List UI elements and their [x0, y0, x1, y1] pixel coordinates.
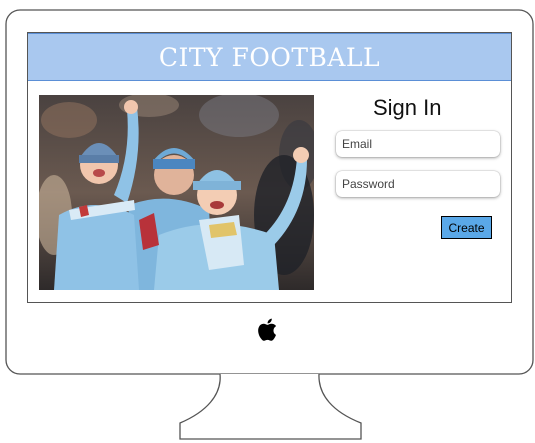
password-field[interactable]	[336, 171, 500, 197]
site-header: CITY FOOTBALL	[28, 33, 511, 81]
signin-title: Sign In	[373, 95, 442, 120]
create-button[interactable]: Create	[441, 216, 492, 239]
hero-photo	[39, 95, 314, 290]
fans-photo-illustration	[39, 95, 314, 290]
site-title: CITY FOOTBALL	[158, 42, 381, 72]
monitor-stand	[179, 373, 362, 440]
email-field[interactable]	[336, 131, 500, 157]
screen: CITY FOOTBALL Sign In Email Create	[27, 32, 512, 303]
